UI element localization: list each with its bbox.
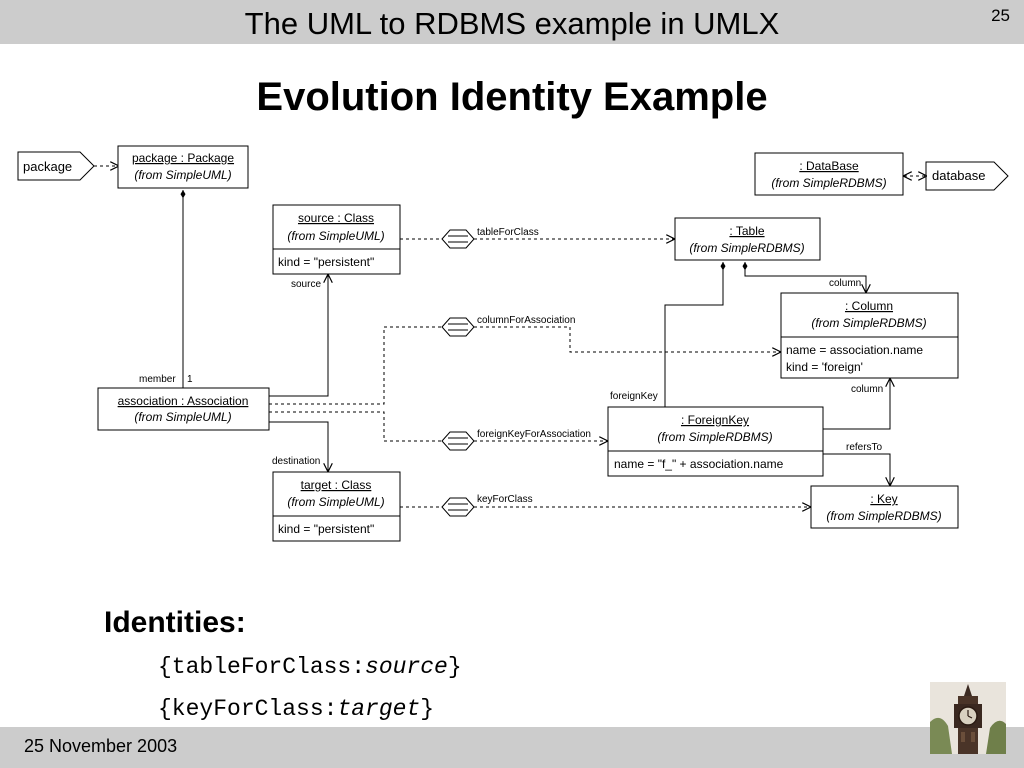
role-column-top: column <box>829 278 861 289</box>
class-package: package : Package (from SimpleUML) <box>117 145 249 189</box>
class-association: association : Association (from SimpleUM… <box>97 387 270 431</box>
package-port: package <box>17 151 95 181</box>
refersto-link <box>823 453 890 485</box>
role-member: member <box>139 374 176 385</box>
transform-foreignkeyforassociation-icon <box>441 431 475 451</box>
source-link <box>269 275 328 397</box>
class-table-name: : Table <box>729 224 764 238</box>
identity-line-2: {keyForClass:target} <box>158 696 434 722</box>
package-port-label: package <box>23 159 72 174</box>
class-column-name: : Column <box>845 299 893 313</box>
class-column: : Column (from SimpleRDBMS) name = assoc… <box>780 292 959 379</box>
class-table-from: (from SimpleRDBMS) <box>689 241 804 255</box>
transform-foreignkeyforassociation-label: foreignKeyForAssociation <box>477 429 591 440</box>
class-source-name: source : Class <box>298 211 374 225</box>
class-foreignkey-attr: name = "f_" + association.name <box>614 457 784 471</box>
role-column-mid: column <box>851 384 883 395</box>
page-number: 25 <box>991 6 1010 25</box>
class-foreignkey-from: (from SimpleRDBMS) <box>657 430 772 444</box>
identity-1-suffix: } <box>447 654 462 680</box>
class-package-name: package : Package <box>132 151 234 165</box>
class-package-from: (from SimpleUML) <box>134 168 231 182</box>
transform-keyforclass-label: keyForClass <box>477 494 533 505</box>
transform-tableforclass-icon <box>441 229 475 249</box>
database-port: database <box>925 161 1009 191</box>
footer-date: 25 November 2003 <box>24 736 178 756</box>
class-target-from: (from SimpleUML) <box>287 495 384 509</box>
role-multiplicity: 1 <box>187 374 193 385</box>
identity-2-suffix: } <box>420 696 435 722</box>
class-source: source : Class (from SimpleUML) kind = "… <box>272 204 401 275</box>
foreignkey-link <box>664 262 726 407</box>
role-foreignkey: foreignKey <box>610 391 658 402</box>
transform-tableforclass-label: tableForClass <box>477 227 539 238</box>
transform-columnforassociation-icon <box>441 317 475 337</box>
class-key-name: : Key <box>870 492 897 506</box>
identity-2-prefix: {keyForClass: <box>158 696 338 722</box>
class-source-from: (from SimpleUML) <box>287 229 384 243</box>
class-target: target : Class (from SimpleUML) kind = "… <box>272 471 401 542</box>
role-refersto: refersTo <box>846 442 883 453</box>
class-column-attr2: kind = 'foreign' <box>786 360 863 374</box>
role-source: source <box>291 279 321 290</box>
class-foreignkey: : ForeignKey (from SimpleRDBMS) name = "… <box>607 406 824 477</box>
header-title: The UML to RDBMS example in UMLX <box>244 6 780 41</box>
class-association-from: (from SimpleUML) <box>134 410 231 424</box>
class-source-attr: kind = "persistent" <box>278 255 374 269</box>
identity-2-role: target <box>337 696 421 722</box>
clock-tower-icon <box>930 682 1006 754</box>
role-destination: destination <box>272 456 320 467</box>
class-key-from: (from SimpleRDBMS) <box>826 509 941 523</box>
class-database-name: : DataBase <box>799 159 859 173</box>
identities-heading: Identities: <box>104 606 246 639</box>
class-column-attr1: name = association.name <box>786 343 923 357</box>
class-database: : DataBase (from SimpleRDBMS) <box>754 152 904 196</box>
identity-1-role: source <box>365 654 448 680</box>
class-table: : Table (from SimpleRDBMS) <box>674 217 821 261</box>
transform-columnforassociation-label: columnForAssociation <box>477 315 575 326</box>
class-target-name: target : Class <box>301 478 372 492</box>
database-port-label: database <box>932 168 986 183</box>
class-target-attr: kind = "persistent" <box>278 522 374 536</box>
identity-1-prefix: {tableForClass: <box>158 654 366 680</box>
umlx-diagram: package database package : Package (from… <box>17 145 1009 542</box>
slide-title: Evolution Identity Example <box>256 75 768 119</box>
transform-keyforclass-icon <box>441 497 475 517</box>
identity-line-1: {tableForClass:source} <box>158 654 462 680</box>
class-foreignkey-name: : ForeignKey <box>681 413 749 427</box>
class-association-name: association : Association <box>118 394 249 408</box>
class-key: : Key (from SimpleRDBMS) <box>810 485 959 529</box>
class-database-from: (from SimpleRDBMS) <box>771 176 886 190</box>
class-column-from: (from SimpleRDBMS) <box>811 316 926 330</box>
